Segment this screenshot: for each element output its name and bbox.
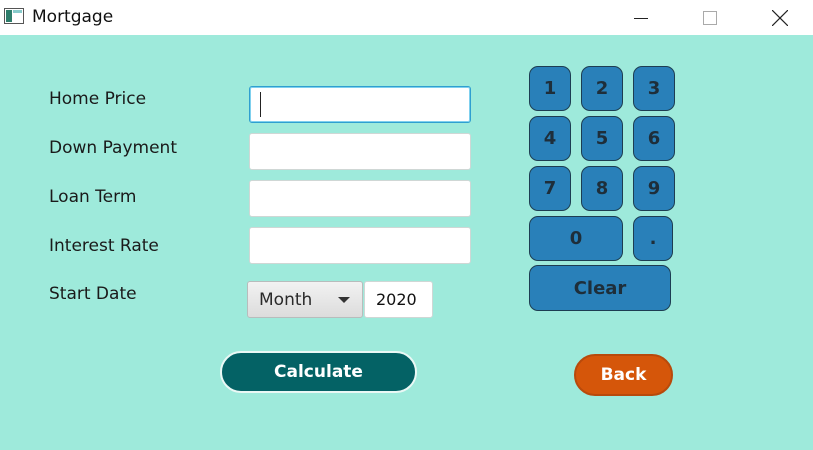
- window-title: Mortgage: [32, 7, 114, 27]
- loan-term-input[interactable]: [249, 180, 471, 217]
- key-6-button[interactable]: 6: [633, 116, 675, 161]
- key-9-button[interactable]: 9: [633, 166, 675, 211]
- loan-term-label: Loan Term: [49, 187, 137, 207]
- clear-button[interactable]: Clear: [529, 265, 671, 311]
- start-date-label: Start Date: [49, 284, 137, 304]
- year-input[interactable]: 2020: [364, 281, 433, 318]
- text-caret: [260, 92, 261, 117]
- minimize-button[interactable]: [618, 0, 664, 35]
- key-8-button[interactable]: 8: [581, 166, 623, 211]
- key-7-button[interactable]: 7: [529, 166, 571, 211]
- title-bar: Mortgage: [0, 0, 813, 35]
- close-icon: [772, 9, 788, 26]
- down-payment-label: Down Payment: [49, 138, 177, 158]
- calculate-button[interactable]: Calculate: [220, 351, 417, 393]
- key-0-button[interactable]: 0: [529, 216, 623, 261]
- close-button[interactable]: [757, 0, 803, 35]
- app-icon: [4, 8, 24, 24]
- month-select[interactable]: Month: [247, 281, 363, 318]
- home-price-label: Home Price: [49, 89, 147, 109]
- maximize-button[interactable]: [687, 0, 733, 35]
- down-payment-input[interactable]: [249, 133, 471, 170]
- back-button[interactable]: Back: [574, 354, 673, 396]
- key-4-button[interactable]: 4: [529, 116, 571, 161]
- month-select-value: Month: [259, 290, 313, 310]
- home-price-input[interactable]: [249, 86, 471, 123]
- key-decimal-button[interactable]: .: [633, 216, 673, 261]
- interest-rate-label: Interest Rate: [49, 236, 159, 256]
- minimize-icon: [634, 17, 648, 19]
- key-2-button[interactable]: 2: [581, 66, 623, 111]
- key-5-button[interactable]: 5: [581, 116, 623, 161]
- chevron-down-icon: [338, 297, 350, 303]
- maximize-icon: [703, 10, 717, 25]
- interest-rate-input[interactable]: [249, 227, 471, 264]
- key-3-button[interactable]: 3: [633, 66, 675, 111]
- key-1-button[interactable]: 1: [529, 66, 571, 111]
